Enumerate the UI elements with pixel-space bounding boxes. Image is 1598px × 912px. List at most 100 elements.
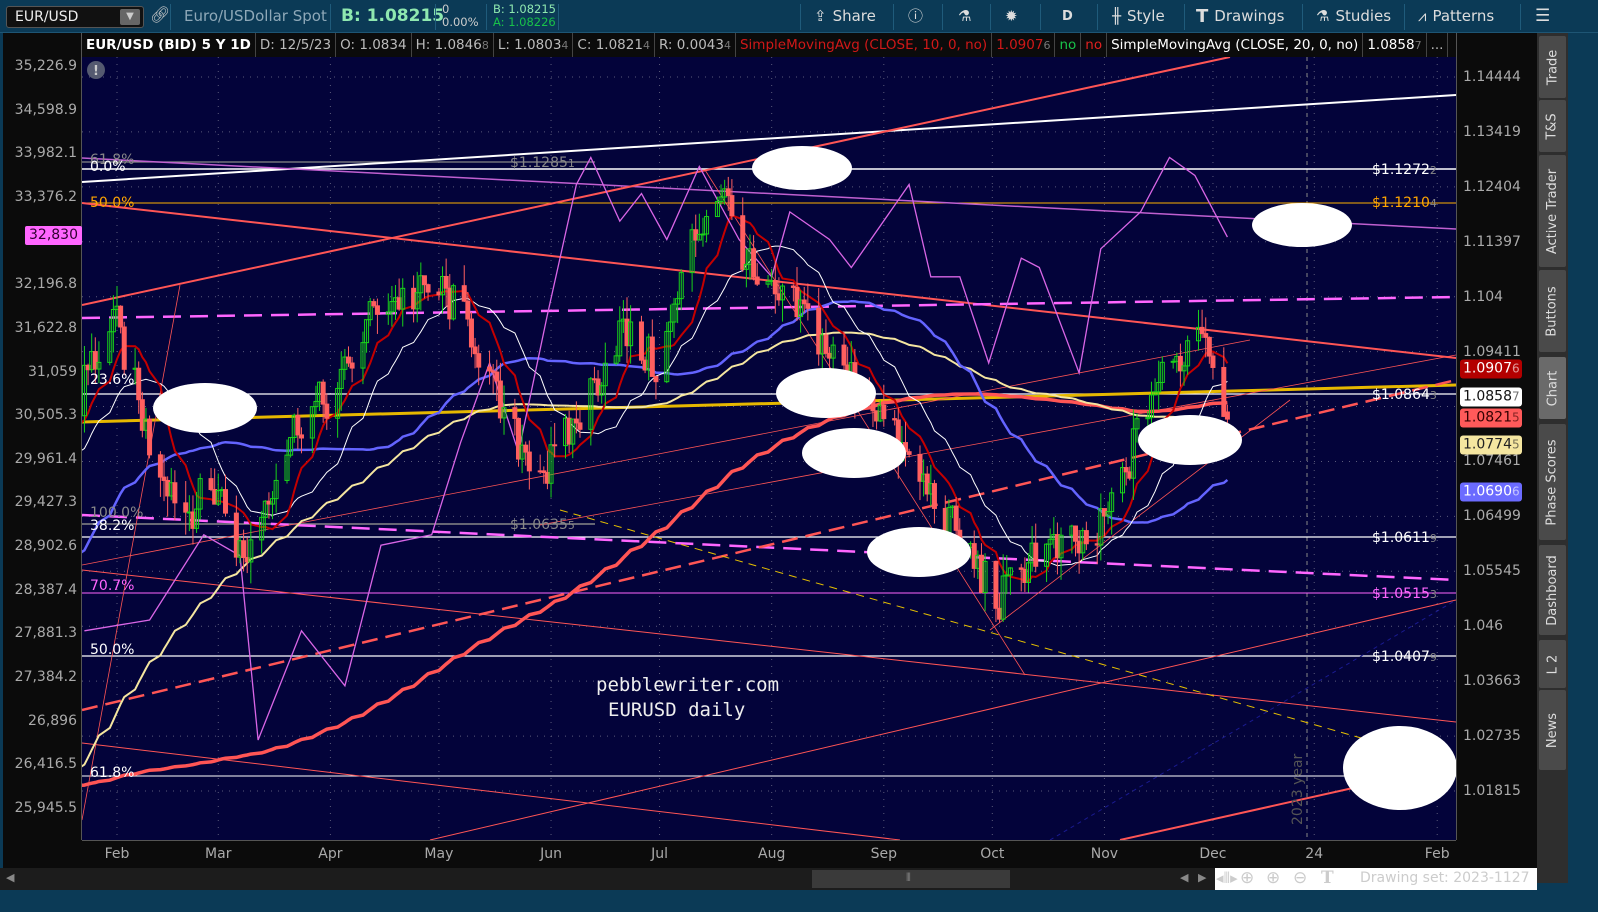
right-axis-tick: 1.13419 xyxy=(1463,123,1521,140)
highlight-ellipse xyxy=(1252,203,1352,247)
candle-body xyxy=(1210,355,1216,368)
candle-body xyxy=(320,381,326,405)
candle-body xyxy=(1123,467,1129,473)
candle-body xyxy=(465,300,471,320)
time-axis-label: Oct xyxy=(980,846,1005,862)
right-axis-tick: 1.06499 xyxy=(1463,508,1521,525)
scroll-left-icon[interactable]: ◀ xyxy=(1180,871,1188,884)
candle-body xyxy=(1033,542,1039,567)
horizontal-scrollbar[interactable]: ◀ ⦀ ◀ ▶ xyxy=(0,868,1215,890)
candle-body xyxy=(1083,530,1089,545)
side-tab-trade[interactable]: Trade xyxy=(1539,36,1566,98)
right-axis-tick: 1.046 xyxy=(1463,618,1504,635)
time-axis-label: Sep xyxy=(870,846,897,862)
time-axis-label: Feb xyxy=(104,846,130,862)
candle-body xyxy=(295,414,301,436)
side-tab-l-2[interactable]: L 2 xyxy=(1539,640,1566,688)
right-axis-tick: 1.01815 xyxy=(1463,783,1521,799)
text-tool-icon[interactable]: T xyxy=(1321,868,1334,888)
time-axis-label: Aug xyxy=(758,846,786,862)
highlight-ellipse xyxy=(776,368,876,418)
time-axis-label: Mar xyxy=(205,846,232,862)
axis-corner xyxy=(1456,840,1537,868)
candle-body xyxy=(740,215,746,270)
candle-body xyxy=(953,505,959,531)
side-tab-news[interactable]: News xyxy=(1539,690,1566,770)
price-badge: 1.07745 xyxy=(1460,435,1522,455)
highlight-ellipse xyxy=(1138,415,1242,465)
candle-body xyxy=(324,403,330,419)
side-tabs: Trade T&S Active Trader Buttons Chart Phase S… xyxy=(1537,33,1568,883)
candle-body xyxy=(649,336,655,377)
side-tab-active-trader[interactable]: Active Trader xyxy=(1539,155,1566,267)
drawing-set-selector[interactable]: Drawing set: 2023-1127 xyxy=(1360,870,1530,886)
candle-body xyxy=(552,444,558,447)
time-axis-label: Apr xyxy=(318,846,343,862)
right-axis-tick: 1.07461 xyxy=(1463,453,1521,470)
candle-body xyxy=(241,540,247,559)
candle-body xyxy=(841,344,847,366)
zoom-in-icon[interactable]: ⊕ xyxy=(1266,868,1280,888)
candle xyxy=(121,321,127,376)
candle-body xyxy=(1221,366,1227,417)
candle-body xyxy=(754,276,760,285)
side-tab-dashboard[interactable]: Dashboard xyxy=(1539,545,1566,635)
candle-body xyxy=(147,418,153,456)
candle-body xyxy=(472,346,478,355)
side-tab-t-s[interactable]: T&S xyxy=(1539,100,1566,152)
side-tab-buttons[interactable]: Buttons xyxy=(1539,270,1566,352)
candle-body xyxy=(223,489,229,514)
candle-body xyxy=(118,305,124,328)
candle-body xyxy=(573,418,579,424)
candle-body xyxy=(136,367,142,401)
candle-body xyxy=(931,483,937,509)
time-axis-label: Dec xyxy=(1199,846,1227,862)
right-price-axis: 1.14444 1.13419 1.12404 1.11397 1.104 1.09411… xyxy=(1456,33,1537,868)
right-axis-tick: 1.02735 xyxy=(1463,728,1521,745)
candle-body xyxy=(823,334,829,354)
scrollbar-thumb[interactable]: ⦀ xyxy=(812,870,1010,888)
candle-body xyxy=(881,404,887,420)
candle-body xyxy=(443,275,449,289)
candle-body xyxy=(801,299,807,305)
price-badge: 1.08587 xyxy=(1460,387,1522,407)
candle-body xyxy=(374,305,380,315)
time-axis-label: Jun xyxy=(540,846,562,862)
candle-body xyxy=(906,451,912,455)
candle-body xyxy=(638,321,644,361)
candle-body xyxy=(1224,411,1230,420)
price-chart[interactable]: ! xyxy=(0,0,1598,912)
candle-body xyxy=(161,476,167,481)
candle-body xyxy=(461,285,467,302)
right-axis-tick: 1.104 xyxy=(1463,288,1504,305)
scroll-right-icon[interactable]: ▶ xyxy=(1198,871,1206,884)
candle-body xyxy=(468,318,474,348)
highlight-ellipse xyxy=(752,146,852,190)
candle-body xyxy=(425,284,431,293)
zoom-out-icon[interactable]: ⊖ xyxy=(1293,868,1307,888)
candle-body xyxy=(183,502,189,513)
candle-body xyxy=(772,280,778,295)
candle-body xyxy=(371,301,377,307)
right-axis-tick: 1.05545 xyxy=(1463,563,1521,580)
candle-body xyxy=(653,375,659,383)
candle-body xyxy=(751,248,757,278)
time-axis: Feb Mar Apr May Jun Jul Aug Sep Oct Nov Dec 24 Feb xyxy=(82,840,1456,868)
pan-icon[interactable]: ◂⦀▸ xyxy=(1216,869,1238,887)
highlight-ellipse xyxy=(1343,726,1456,810)
candle-body xyxy=(1206,336,1212,357)
candle-body xyxy=(729,195,735,217)
candle-body xyxy=(121,326,127,370)
candle-body xyxy=(512,407,518,419)
candle-body xyxy=(526,451,532,472)
crosshair-icon[interactable]: ⊕ xyxy=(1240,868,1254,888)
candle-body xyxy=(345,356,351,364)
candle-body xyxy=(1199,326,1205,335)
scroll-left-icon[interactable]: ◀ xyxy=(6,871,14,884)
right-axis-tick: 1.03663 xyxy=(1463,673,1521,690)
price-badge: 1.09076 xyxy=(1460,359,1522,379)
side-tab-chart[interactable]: Chart xyxy=(1539,357,1566,419)
candle xyxy=(147,415,153,459)
side-tab-phase-scores[interactable]: Phase Scores xyxy=(1539,424,1566,540)
right-axis-tick: 1.09411 xyxy=(1463,343,1521,360)
